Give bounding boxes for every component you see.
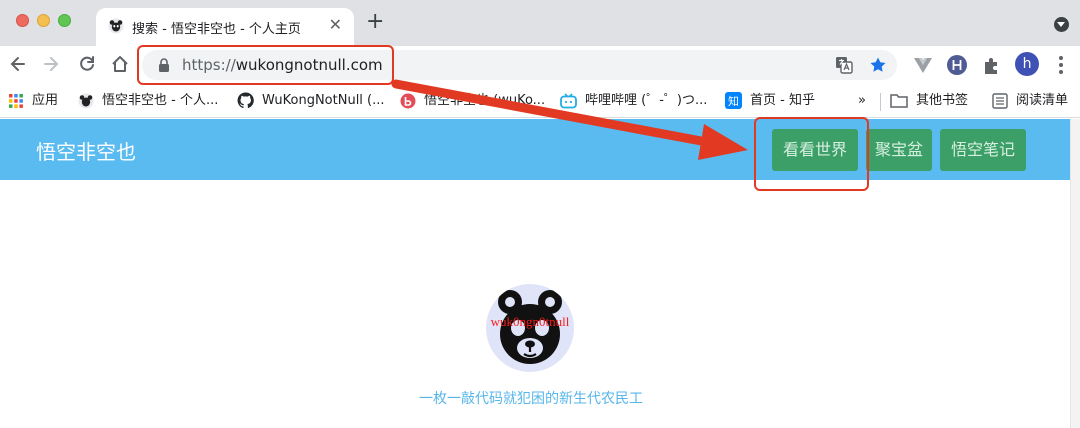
home-icon[interactable] <box>110 54 130 74</box>
close-tab-icon[interactable]: ✕ <box>329 16 342 34</box>
bookmark-github[interactable]: WuKongNotNull (... <box>237 92 385 110</box>
bookmark-label: 哔哩哔哩 (゜-゜)つ... <box>585 93 708 108</box>
nav-button-treasure[interactable]: 聚宝盆 <box>866 129 932 171</box>
bookmark-wukong-home[interactable]: 悟空非空也 - 个人... <box>78 92 218 110</box>
back-icon[interactable] <box>8 54 28 74</box>
reading-list-icon <box>992 92 1008 109</box>
extensions-puzzle-icon[interactable] <box>981 54 1003 76</box>
browser-tab-active[interactable]: 搜索 - 悟空非空也 - 个人主页 ✕ <box>96 8 354 46</box>
profile-avatar[interactable]: h <box>1015 52 1039 76</box>
tab-search-icon[interactable] <box>1054 17 1069 32</box>
new-tab-icon[interactable]: + <box>366 11 384 33</box>
bookmark-label: WuKongNotNull (... <box>262 93 385 108</box>
site-nav-bar: 悟空非空也 看看世界 聚宝盆 悟空笔记 <box>0 119 1070 180</box>
bookmark-label: 应用 <box>32 93 59 108</box>
browser-window: 搜索 - 悟空非空也 - 个人主页 ✕ + https://wukongnotn… <box>0 0 1080 428</box>
bookmark-label: 其他书签 <box>916 93 969 108</box>
close-window-button[interactable] <box>16 14 29 27</box>
bookmark-label: 阅读清单 <box>1016 93 1069 108</box>
web-page: 悟空非空也 看看世界 聚宝盆 悟空笔记 wuk0ngn0tnull 一枚一敲代码… <box>0 119 1080 428</box>
minimize-window-button[interactable] <box>37 14 50 27</box>
extension-h-icon[interactable] <box>946 54 968 76</box>
nav-button-notes[interactable]: 悟空笔记 <box>940 129 1026 171</box>
folder-icon <box>890 94 908 108</box>
bilibili-b-icon <box>400 93 416 108</box>
tab-title: 搜索 - 悟空非空也 - 个人主页 <box>132 22 301 37</box>
vue-devtools-icon[interactable] <box>912 54 934 76</box>
tab-strip: 搜索 - 悟空非空也 - 个人主页 ✕ + <box>0 0 1080 46</box>
translate-icon[interactable] <box>835 56 853 74</box>
url-highlight-box <box>137 45 394 85</box>
more-menu-icon[interactable] <box>1058 55 1064 75</box>
bookmark-zhihu[interactable]: 知 首页 - 知乎 <box>725 92 815 110</box>
bookmarks-bar: 应用 悟空非空也 - 个人... WuKongNotNull (... 悟空非空… <box>0 84 1080 118</box>
tagline: 一枚一敲代码就犯困的新生代农民工 <box>419 391 643 407</box>
bookmark-label: 悟空非空也 (wuKo... <box>424 93 546 108</box>
bookmark-apps[interactable]: 应用 <box>8 92 58 110</box>
bilibili-tv-icon <box>560 92 577 108</box>
bookmark-other-folder[interactable]: 其他书签 <box>890 92 968 110</box>
wukong-favicon-icon <box>108 18 124 34</box>
bookmarks-divider <box>880 93 881 111</box>
avatar-text: wuk0ngn0tnull <box>490 314 570 329</box>
reading-list-button[interactable]: 阅读清单 <box>992 92 1068 110</box>
site-title[interactable]: 悟空非空也 <box>36 136 136 165</box>
bookmark-bilibili[interactable]: 哔哩哔哩 (゜-゜)つ... <box>560 92 707 110</box>
bookmark-label: 首页 - 知乎 <box>750 93 815 108</box>
svg-text:知: 知 <box>728 94 739 108</box>
maximize-window-button[interactable] <box>58 14 71 27</box>
bookmark-bilibili-space[interactable]: 悟空非空也 (wuKo... <box>400 92 545 110</box>
github-icon <box>237 92 254 109</box>
button-highlight-box <box>754 117 869 191</box>
wukong-favicon-icon <box>78 93 94 108</box>
bookmark-star-icon[interactable] <box>869 56 887 74</box>
forward-icon[interactable] <box>41 54 61 74</box>
avatar: wuk0ngn0tnull <box>486 284 574 372</box>
reload-icon[interactable] <box>77 54 97 74</box>
zhihu-icon: 知 <box>725 92 742 109</box>
bookmark-label: 悟空非空也 - 个人... <box>102 93 219 108</box>
bookmarks-overflow-button[interactable]: » <box>858 92 866 110</box>
page-scrollbar[interactable] <box>1070 119 1080 428</box>
apps-grid-icon <box>9 93 23 108</box>
